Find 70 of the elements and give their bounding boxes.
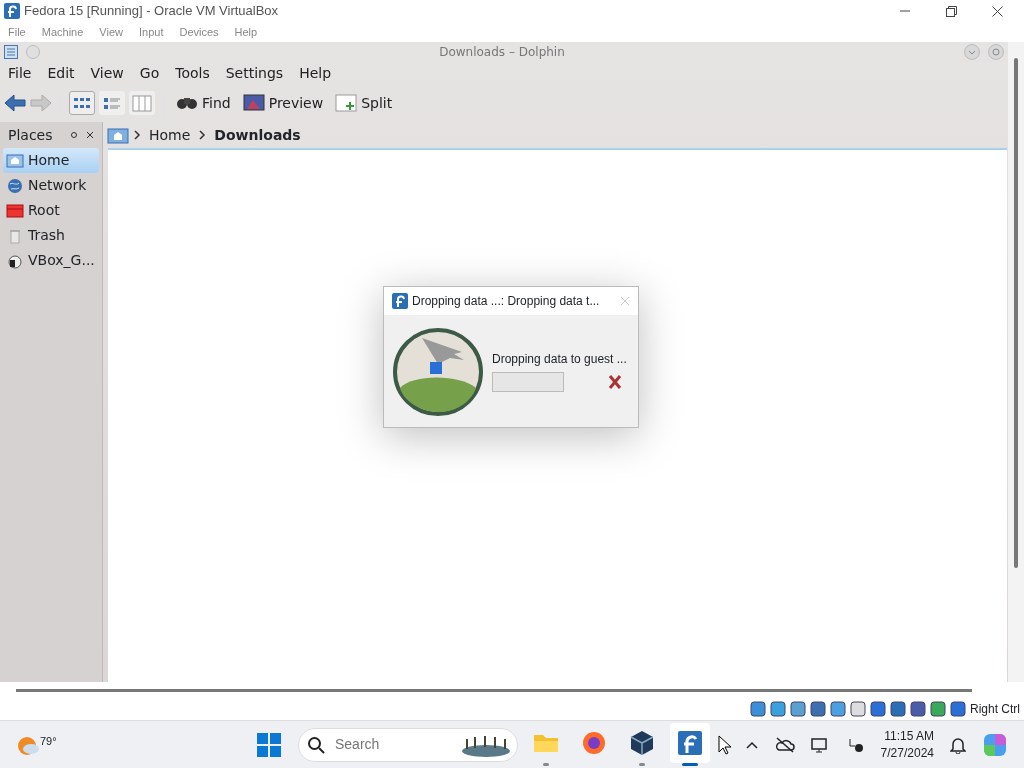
- minimize-icon[interactable]: [964, 44, 980, 60]
- breadcrumb-item[interactable]: Downloads: [210, 124, 305, 146]
- app-icon: [4, 3, 20, 19]
- menu-item[interactable]: Settings: [225, 62, 284, 84]
- bell-icon[interactable]: [950, 735, 966, 754]
- split-view-icon: [335, 93, 358, 113]
- cloud-off-icon[interactable]: [774, 736, 795, 753]
- split-button[interactable]: Split: [331, 92, 397, 114]
- menu-item[interactable]: Help: [234, 23, 258, 41]
- browser-icon: [580, 729, 608, 757]
- places-item[interactable]: Root: [3, 198, 99, 223]
- cross-icon: [608, 374, 622, 390]
- root-folder-icon: [6, 201, 24, 220]
- minimize-icon: [900, 10, 910, 12]
- cube-icon: [628, 729, 656, 757]
- menu-item[interactable]: Edit: [47, 62, 75, 84]
- places-item[interactable]: Trash: [3, 223, 99, 248]
- menu-icon: [4, 45, 18, 59]
- menu-item[interactable]: Go: [139, 62, 160, 84]
- places-item[interactable]: VBox_G...: [3, 248, 99, 273]
- breadcrumb-item[interactable]: Home: [145, 124, 195, 146]
- menu-item[interactable]: File: [8, 62, 32, 84]
- restore-icon: [945, 5, 957, 17]
- menu-item[interactable]: View: [90, 62, 124, 84]
- window-title: Downloads – Dolphin: [438, 44, 566, 61]
- clock-time[interactable]: 11:15 AM: [884, 727, 934, 745]
- copilot-icon[interactable]: [982, 731, 1008, 758]
- scrollbar-icon: [1014, 58, 1018, 568]
- float-icon[interactable]: [70, 131, 78, 139]
- cancel-button[interactable]: [608, 374, 622, 390]
- home-folder-icon: [6, 151, 24, 170]
- dialog-title: Dropping data ...: Dropping data t...: [412, 293, 601, 310]
- chevron-icon: [198, 130, 207, 140]
- taskbar-app[interactable]: [670, 723, 710, 763]
- back-arrow-icon[interactable]: [4, 93, 26, 113]
- menu-item[interactable]: Machine: [41, 23, 84, 41]
- menu-item[interactable]: Help: [299, 62, 332, 84]
- menu-item[interactable]: Tools: [175, 62, 210, 84]
- pointer-icon: [718, 734, 732, 755]
- start-icon[interactable]: [256, 731, 282, 758]
- menu-item[interactable]: File: [8, 23, 26, 41]
- columns-view-icon: [132, 93, 152, 113]
- host-key-label: Right Ctrl: [970, 701, 1020, 718]
- find-button[interactable]: Find: [172, 92, 235, 114]
- menu-item[interactable]: Input: [138, 23, 164, 41]
- temperature: 79°: [40, 733, 57, 749]
- close-icon: [991, 5, 1003, 17]
- search-input[interactable]: Search: [333, 733, 453, 756]
- pin-icon: [26, 45, 40, 59]
- view-mode-button[interactable]: [69, 91, 95, 115]
- close-icon[interactable]: [86, 131, 94, 139]
- app-icon: [392, 293, 408, 309]
- menu-item[interactable]: View: [99, 23, 123, 41]
- drop-illustration-icon: [392, 326, 484, 416]
- app-icon: [676, 729, 704, 757]
- places-item[interactable]: Network: [3, 173, 99, 198]
- window-title: Fedora 15 [Running] - Oracle VM VirtualBox: [24, 2, 280, 21]
- menu-item[interactable]: Devices: [179, 23, 219, 41]
- search-icon: [307, 735, 325, 754]
- chevron-up-icon[interactable]: [744, 739, 759, 750]
- places-item[interactable]: Home: [3, 148, 99, 173]
- picture-icon: [242, 93, 265, 113]
- panel-title: Places: [8, 125, 54, 145]
- view-mode-button[interactable]: [99, 91, 125, 115]
- chevron-icon: [133, 130, 141, 140]
- search-field[interactable]: Search: [298, 727, 518, 762]
- dialog-message: Dropping data to guest ...: [492, 351, 628, 368]
- scrollbar-icon: [16, 688, 972, 692]
- clock-date[interactable]: 7/27/2024: [880, 744, 934, 762]
- preview-button[interactable]: Preview: [238, 92, 328, 114]
